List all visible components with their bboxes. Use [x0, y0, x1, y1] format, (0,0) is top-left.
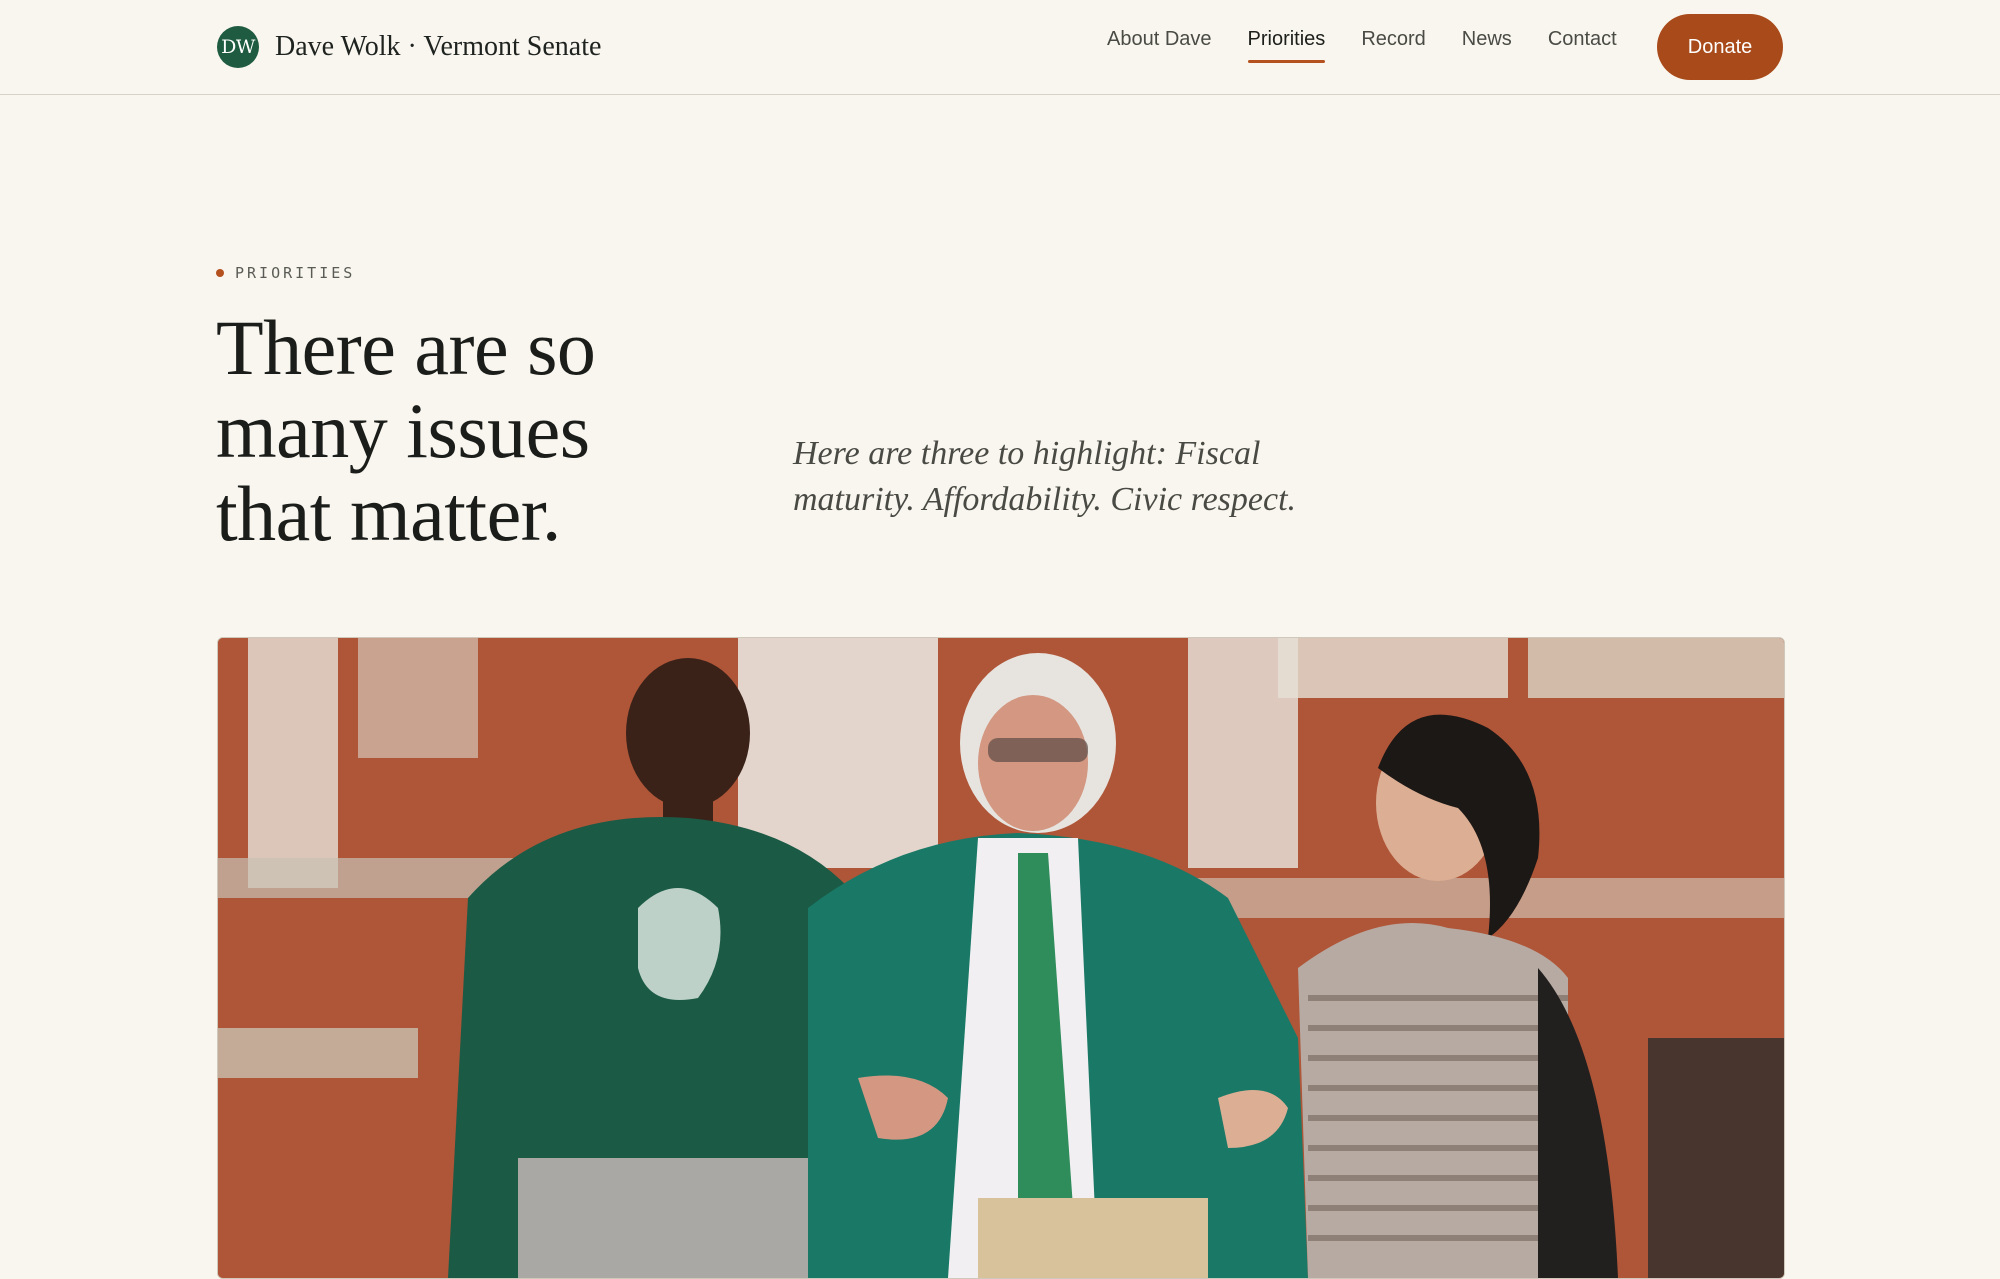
nav-contact[interactable]: Contact [1548, 28, 1617, 61]
lead-line: maturity. Affordability. Civic respect. [793, 481, 1297, 518]
headline-line: There are so [216, 304, 596, 391]
main-nav: About Dave Priorities Record News Contac… [1107, 28, 1653, 63]
lead-text: Here are three to highlight: Fiscal matu… [793, 431, 1393, 523]
donate-button[interactable]: Donate [1657, 14, 1783, 80]
nav-news[interactable]: News [1462, 28, 1512, 61]
headline-line: that matter. [216, 470, 561, 557]
brand[interactable]: DW Dave Wolk · Vermont Senate [217, 26, 601, 68]
nav-record[interactable]: Record [1361, 28, 1425, 61]
hero-photo [217, 637, 1785, 1279]
nav-priorities[interactable]: Priorities [1247, 28, 1325, 63]
brand-name: Dave Wolk · Vermont Senate [275, 31, 602, 62]
nav-about-dave[interactable]: About Dave [1107, 28, 1212, 61]
eyebrow-dot [216, 269, 224, 277]
lead-line: Here are three to highlight: Fiscal [793, 435, 1261, 472]
page-headline: There are so many issues that matter. [216, 306, 776, 555]
three-people-talking-photo [218, 638, 1784, 1278]
site-header: DW Dave Wolk · Vermont Senate About Dave… [0, 0, 2000, 95]
logo-badge: DW [217, 26, 259, 68]
eyebrow-label: PRIORITIES [235, 264, 356, 282]
headline-line: many issues [216, 387, 590, 474]
section-eyebrow: PRIORITIES [216, 264, 355, 282]
